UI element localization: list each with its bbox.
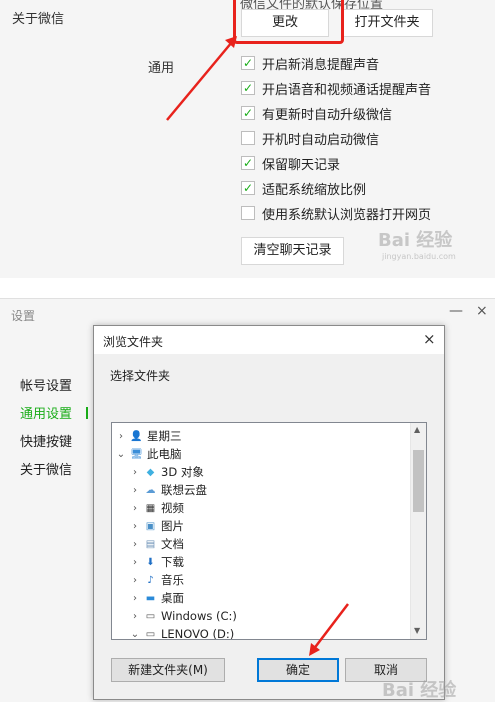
chevron-right-icon[interactable]: ›: [130, 521, 140, 532]
option-default-browser[interactable]: 使用系统默认浏览器打开网页: [241, 204, 432, 223]
option-system-scaling[interactable]: ✓ 适配系统缩放比例: [241, 179, 367, 198]
tree-item-label: Windows (C:): [161, 609, 237, 623]
new-folder-button[interactable]: 新建文件夹(M): [111, 658, 225, 682]
cloud-icon: ☁: [145, 484, 156, 496]
picture-icon: ▣: [145, 520, 156, 532]
chevron-down-icon[interactable]: ⌄: [130, 629, 140, 640]
tree-item[interactable]: › ▣ 图片: [112, 517, 410, 535]
option-label: 使用系统默认浏览器打开网页: [262, 207, 432, 223]
tree-item[interactable]: › 👤 星期三: [112, 427, 410, 445]
checkbox[interactable]: ✓: [241, 81, 255, 95]
tree-item-label: 3D 对象: [161, 465, 204, 479]
wechat-settings-general-panel: 关于微信 微信文件的默认保存位置 更改 打开文件夹 通用 ✓ 开启新消息提醒声音…: [0, 0, 495, 278]
scroll-up-icon[interactable]: ▲: [414, 425, 420, 434]
watermark-top-url: jingyan.baidu.com: [382, 252, 456, 261]
tree-item-label: 图片: [161, 519, 184, 533]
tree-item[interactable]: › ☁ 联想云盘: [112, 481, 410, 499]
option-label: 开启新消息提醒声音: [262, 57, 380, 73]
minimize-icon[interactable]: —: [449, 303, 463, 319]
checkbox[interactable]: ✓: [241, 56, 255, 70]
chevron-right-icon[interactable]: ›: [130, 557, 140, 568]
dialog-titlebar: 浏览文件夹 ×: [94, 326, 444, 354]
checkbox[interactable]: ✓: [241, 156, 255, 170]
document-icon: ▤: [145, 538, 156, 550]
tree-item-label: 音乐: [161, 573, 184, 587]
active-indicator: [86, 407, 88, 419]
tree-item-label: 星期三: [147, 429, 182, 443]
checkbox[interactable]: [241, 206, 255, 220]
tree-item-label: 桌面: [161, 591, 184, 605]
chevron-right-icon[interactable]: ›: [130, 611, 140, 622]
download-icon: ⬇: [146, 556, 155, 568]
general-section-label: 通用: [148, 61, 175, 76]
option-label: 保留聊天记录: [262, 157, 341, 173]
tree-scrollbar[interactable]: ▲ ▼: [410, 423, 426, 639]
tree-item-label: 此电脑: [147, 447, 182, 461]
chevron-right-icon[interactable]: ›: [130, 593, 140, 604]
option-keep-chat-history[interactable]: ✓ 保留聊天记录: [241, 154, 341, 173]
computer-icon: 🖥: [130, 448, 143, 460]
option-label: 适配系统缩放比例: [262, 182, 367, 198]
music-icon: ♪: [147, 574, 154, 586]
dialog-title: 浏览文件夹: [103, 335, 164, 349]
chevron-down-icon[interactable]: ⌄: [116, 449, 126, 460]
sidebar-item-about[interactable]: 关于微信: [20, 459, 72, 478]
tree-item[interactable]: ⌄ ▭ LENOVO (D:): [112, 625, 410, 640]
checkbox[interactable]: ✓: [241, 181, 255, 195]
chevron-right-icon[interactable]: ›: [130, 485, 140, 496]
drive-c-icon: ▭: [145, 610, 156, 622]
close-icon[interactable]: ×: [476, 303, 488, 319]
chevron-right-icon[interactable]: ›: [130, 539, 140, 550]
checkbox[interactable]: ✓: [241, 106, 255, 120]
folder-tree[interactable]: › 👤 星期三 ⌄ 🖥 此电脑 › ◆ 3D 对象 › ☁ 联想云盘 › ▦ 视频 › ▣ 图片 › ▤ 文档 › ⬇ 下载 ›…: [111, 422, 427, 640]
tree-item[interactable]: ⌄ 🖥 此电脑: [112, 445, 410, 463]
sidebar-item-general[interactable]: 通用设置: [20, 403, 72, 422]
sidebar-item-shortcuts[interactable]: 快捷按键: [20, 431, 72, 450]
separator: [0, 278, 495, 298]
option-new-message-sound[interactable]: ✓ 开启新消息提醒声音: [241, 54, 380, 73]
option-auto-update[interactable]: ✓ 有更新时自动升级微信: [241, 104, 393, 123]
dialog-close-icon[interactable]: ×: [423, 330, 436, 348]
tree-item[interactable]: › ▬ 桌面: [112, 589, 410, 607]
tree-item-label: LENOVO (D:): [161, 627, 235, 640]
tree-item[interactable]: › ▭ Windows (C:): [112, 607, 410, 625]
video-icon: ▦: [145, 502, 156, 514]
tree-item[interactable]: › ▤ 文档: [112, 535, 410, 553]
ok-button[interactable]: 确定: [257, 658, 339, 682]
tree-item[interactable]: › ◆ 3D 对象: [112, 463, 410, 481]
option-auto-start[interactable]: 开机时自动启动微信: [241, 129, 380, 148]
tree-item-label: 视频: [161, 501, 184, 515]
tree-item[interactable]: › ▦ 视频: [112, 499, 410, 517]
open-folder-button[interactable]: 打开文件夹: [341, 9, 433, 37]
scroll-thumb[interactable]: [413, 450, 424, 512]
option-label: 开启语音和视频通话提醒声音: [262, 82, 432, 98]
watermark-top: Bai 经验: [378, 230, 453, 251]
dialog-prompt: 选择文件夹: [110, 369, 171, 383]
chevron-right-icon[interactable]: ›: [130, 575, 140, 586]
settings-title: 设置: [11, 309, 36, 323]
drive-d-icon: ▭: [145, 628, 156, 640]
watermark-bottom: Bai 经验: [382, 680, 457, 701]
tree-item-label: 文档: [161, 537, 184, 551]
desktop-icon: ▬: [145, 592, 156, 604]
browse-folder-dialog: 浏览文件夹 × 选择文件夹 › 👤 星期三 ⌄ 🖥 此电脑 › ◆ 3D 对象 › ☁ 联想云盘 › ▦ 视…: [93, 325, 445, 700]
user-folder-icon: 👤: [130, 430, 143, 442]
tree-item-label: 联想云盘: [161, 483, 207, 497]
tree-item-label: 下载: [161, 555, 184, 569]
tree-item[interactable]: › ⬇ 下载: [112, 553, 410, 571]
option-label: 开机时自动启动微信: [262, 132, 380, 148]
checkbox[interactable]: [241, 131, 255, 145]
clear-chat-history-button[interactable]: 清空聊天记录: [241, 237, 344, 265]
cube-icon: ◆: [146, 466, 155, 478]
tree-item[interactable]: › ♪ 音乐: [112, 571, 410, 589]
option-call-sound[interactable]: ✓ 开启语音和视频通话提醒声音: [241, 79, 432, 98]
chevron-right-icon[interactable]: ›: [130, 503, 140, 514]
sidebar-item-account[interactable]: 帐号设置: [20, 375, 72, 394]
chevron-right-icon[interactable]: ›: [130, 467, 140, 478]
about-wechat-label: 关于微信: [12, 12, 65, 27]
highlight-box: [233, 0, 344, 44]
option-label: 有更新时自动升级微信: [262, 107, 393, 123]
chevron-right-icon[interactable]: ›: [116, 431, 126, 442]
scroll-down-icon[interactable]: ▼: [414, 626, 420, 635]
